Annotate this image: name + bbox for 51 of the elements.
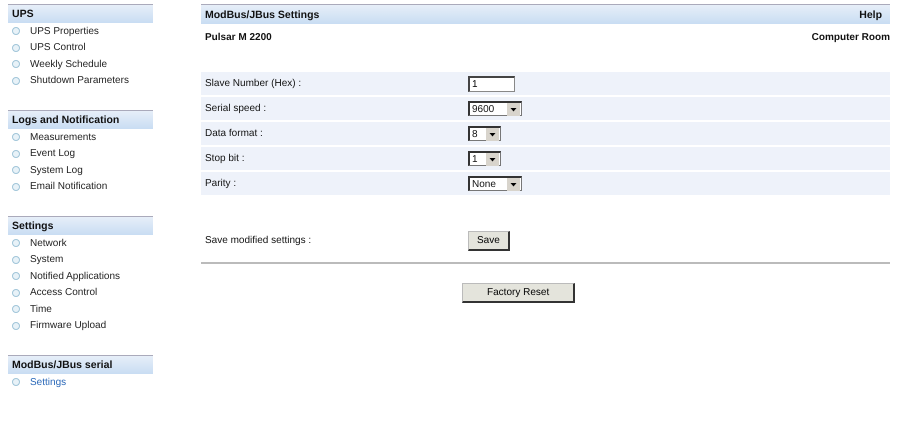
- dropdown[interactable]: 9600: [468, 101, 522, 116]
- bullet-icon: [12, 60, 20, 68]
- field-label: Data format :: [205, 128, 264, 139]
- section-header: Settings: [8, 216, 153, 235]
- bullet-icon: [12, 322, 20, 330]
- dropdown[interactable]: 8: [468, 126, 501, 141]
- bullet-icon: [12, 305, 20, 314]
- sidebar-link[interactable]: Settings: [30, 376, 66, 388]
- sidebar-link[interactable]: Notified Applications: [30, 270, 120, 282]
- device-location: Computer Room: [812, 32, 890, 45]
- bullet-icon: [12, 150, 20, 158]
- dropdown[interactable]: None: [468, 176, 522, 191]
- sidebar-link[interactable]: UPS Properties: [30, 26, 99, 37]
- dropdown[interactable]: 1: [468, 151, 501, 166]
- sidebar-link[interactable]: Time: [30, 304, 52, 315]
- bullet-icon: [12, 44, 20, 52]
- bullet-icon: [12, 27, 20, 36]
- field-label: Parity :: [205, 178, 238, 189]
- sidebar-link[interactable]: System Log: [30, 164, 83, 176]
- field-label: Slave Number (Hex) :: [205, 78, 302, 89]
- bullet-icon: [12, 166, 20, 174]
- field-label: Serial speed :: [205, 103, 268, 114]
- help-link[interactable]: Help: [859, 9, 882, 21]
- bullet-icon: [12, 239, 20, 248]
- sidebar-link[interactable]: Measurements: [30, 132, 96, 143]
- sidebar-link[interactable]: UPS Control: [30, 42, 86, 54]
- bullet-icon: [12, 256, 20, 264]
- sidebar-link[interactable]: Email Notification: [30, 181, 108, 192]
- bullet-icon: [12, 378, 20, 386]
- bullet-icon: [12, 133, 20, 142]
- section-header: Logs and Notification: [8, 110, 153, 129]
- sidebar-link[interactable]: Access Control: [30, 287, 98, 298]
- input-field[interactable]: 1: [468, 76, 515, 92]
- bullet-icon: [12, 76, 20, 85]
- device-model: Pulsar M 2200: [205, 32, 272, 45]
- sidebar-link[interactable]: Network: [30, 238, 67, 249]
- bullet-icon: [12, 288, 20, 297]
- sidebar-link[interactable]: Weekly Schedule: [30, 58, 108, 70]
- section-header: UPS: [8, 4, 153, 23]
- sidebar-link[interactable]: Firmware Upload: [30, 320, 106, 332]
- save-label: Save modified settings :: [205, 235, 312, 246]
- sidebar-link[interactable]: System: [30, 254, 64, 266]
- sidebar-link[interactable]: Shutdown Parameters: [30, 75, 129, 86]
- bullet-icon: [12, 272, 20, 280]
- field-label: Stop bit :: [205, 153, 246, 164]
- section-header: ModBus/JBus serial: [8, 355, 153, 374]
- factory-reset-button[interactable]: Factory Reset: [462, 283, 576, 303]
- sidebar-link[interactable]: Event Log: [30, 148, 76, 160]
- bullet-icon: [12, 182, 20, 191]
- page-title: ModBus/JBus Settings: [205, 9, 320, 21]
- save-button[interactable]: Save: [468, 230, 510, 250]
